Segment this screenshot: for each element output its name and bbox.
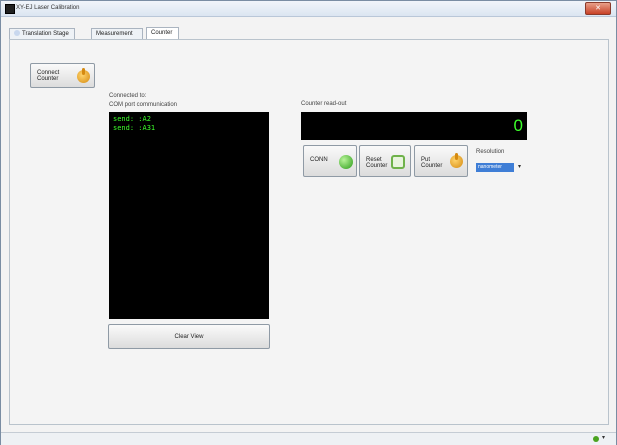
put-label-line2: Counter — [421, 163, 443, 169]
counter-readout: 0 — [301, 112, 527, 140]
app-icon — [5, 4, 15, 14]
connect-label-line2: Counter — [37, 76, 59, 82]
clear-view-label: Clear View — [174, 334, 204, 340]
reset-label-line2: Counter — [366, 163, 388, 169]
status-bar: ▾ — [1, 432, 616, 445]
tab-translation-stage[interactable]: Translation Stage — [9, 28, 75, 39]
close-button[interactable]: ✕ — [585, 2, 611, 15]
clear-view-button[interactable]: Clear View — [108, 324, 270, 349]
conn-label: CONN — [310, 157, 328, 163]
reset-counter-button[interactable]: Reset Counter — [359, 145, 411, 177]
hand-icon — [450, 153, 463, 168]
refresh-icon — [391, 155, 405, 169]
console-line: send: :A31 — [113, 124, 156, 132]
connected-label: Connected to: — [109, 93, 147, 99]
status-light-icon — [339, 155, 353, 169]
title-bar: XY-EJ Laser Calibration ✕ — [1, 1, 616, 17]
tab-content-panel — [9, 39, 609, 425]
window-title: XY-EJ Laser Calibration — [16, 5, 80, 11]
connect-counter-button[interactable]: Connect Counter — [30, 63, 95, 88]
conn-button[interactable]: CONN — [303, 145, 357, 177]
tab-label: Translation Stage — [22, 31, 69, 37]
com-port-label: COM port communication — [109, 102, 178, 108]
resolution-select[interactable]: nanometer — [476, 163, 514, 172]
chevron-down-icon[interactable]: ▾ — [602, 434, 605, 441]
network-status-icon[interactable] — [593, 436, 599, 442]
tab-measurement[interactable]: Measurement — [91, 28, 143, 39]
put-counter-button[interactable]: Put Counter — [414, 145, 468, 177]
readout-label: Counter read-out — [301, 101, 347, 107]
tab-label: Measurement — [96, 31, 133, 37]
stage-icon — [14, 30, 20, 37]
console-output[interactable]: send: :A2 send: :A31 — [109, 112, 269, 319]
resolution-label: Resolution — [476, 149, 505, 155]
readout-value: 0 — [513, 116, 523, 135]
app-window: XY-EJ Laser Calibration ✕ Translation St… — [0, 0, 617, 445]
console-line: send: :A2 — [113, 115, 151, 123]
tab-label: Counter — [151, 30, 173, 36]
chevron-down-icon[interactable]: ▾ — [518, 163, 521, 170]
hand-icon — [77, 68, 90, 83]
